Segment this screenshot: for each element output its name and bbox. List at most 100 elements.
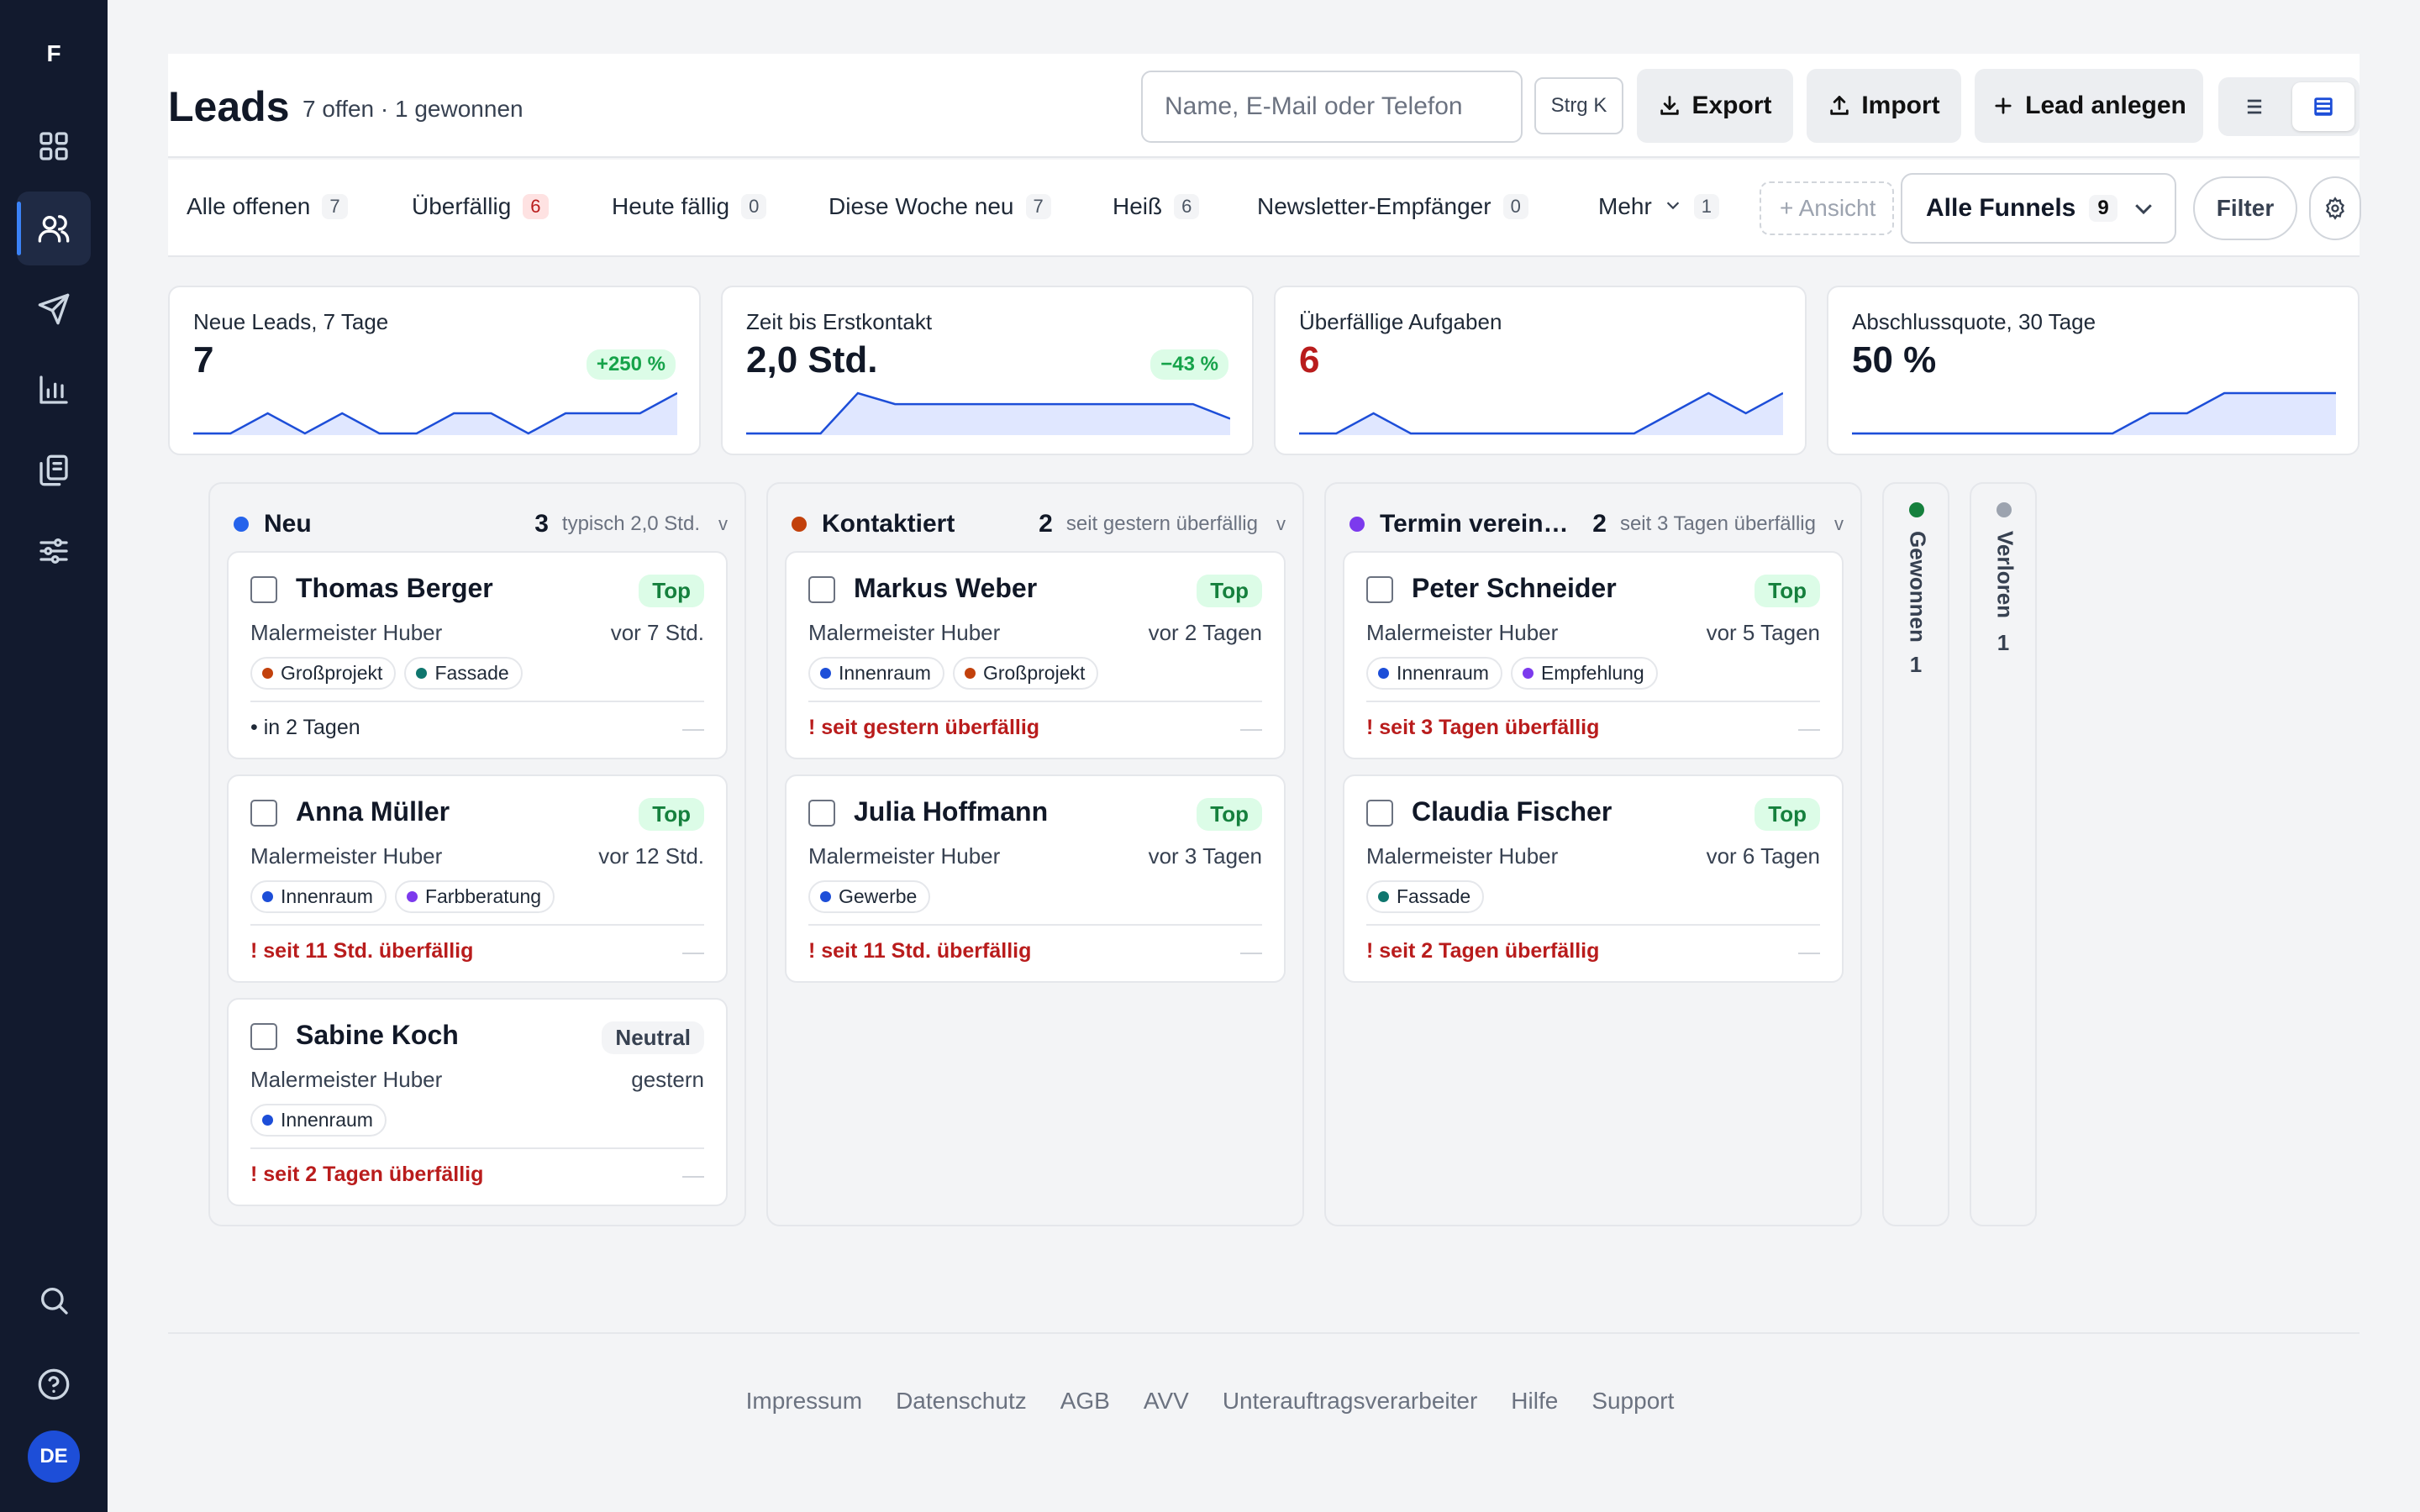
import-button[interactable]: Import — [1807, 69, 1961, 143]
lead-card[interactable]: Markus Weber Top Malermeister Huber vor 2 T… — [785, 551, 1286, 759]
stage-dot — [234, 517, 249, 532]
more-actions-handle[interactable] — [682, 953, 704, 954]
more-actions-handle[interactable] — [1798, 953, 1820, 954]
kpi-card: Zeit bis Erstkontakt 2,0 Std. −43 % — [721, 286, 1254, 455]
lead-name: Claudia Fischer — [1412, 796, 1612, 827]
nav-leads[interactable] — [17, 192, 91, 265]
documents-icon — [39, 454, 68, 486]
nav-campaigns[interactable] — [17, 272, 91, 346]
select-checkbox[interactable] — [1366, 576, 1393, 603]
more-actions-handle[interactable] — [1798, 729, 1820, 731]
footer-link[interactable]: AGB — [1060, 1388, 1110, 1415]
lead-card[interactable]: Peter Schneider Top Malermeister Huber vor … — [1343, 551, 1844, 759]
nav-search[interactable] — [17, 1263, 91, 1337]
board-view-button[interactable] — [2292, 82, 2354, 131]
tag-dot — [262, 668, 273, 679]
lead-card[interactable]: Sabine Koch Neutral Malermeister Huber gest… — [227, 998, 728, 1206]
select-checkbox[interactable] — [250, 800, 277, 827]
nav-settings[interactable] — [17, 514, 91, 588]
alert-icon: ! — [1366, 939, 1380, 963]
more-actions-handle[interactable] — [1240, 729, 1262, 731]
task-status-text: seit 2 Tagen überfällig — [263, 1163, 484, 1186]
stage-dot — [1349, 517, 1365, 532]
export-button[interactable]: Export — [1637, 69, 1793, 143]
column-header[interactable]: Termin vereinbart 2 seit 3 Tagen überfälli… — [1349, 507, 1844, 541]
app-logo[interactable]: F — [0, 40, 108, 67]
collapsed-column[interactable]: Gewonnen 1 — [1882, 482, 1949, 1226]
lead-age: gestern — [631, 1067, 704, 1092]
create-lead-button[interactable]: Lead anlegen — [1975, 69, 2203, 143]
chevron-down-icon[interactable]: v — [1834, 513, 1844, 535]
more-actions-handle[interactable] — [682, 1176, 704, 1178]
lead-company: Malermeister Huber — [250, 1067, 443, 1092]
column-title: Neu — [264, 510, 312, 538]
priority-badge: Top — [639, 798, 704, 831]
tag-label: Innenraum — [281, 885, 373, 907]
lead-name: Anna Müller — [296, 796, 450, 827]
tag-list: Innenraum Empfehlung — [1366, 657, 1658, 690]
tag-label: Gewerbe — [839, 885, 918, 907]
funnel-select[interactable]: Alle Funnels 9 — [1901, 173, 2176, 244]
lead-card[interactable]: Anna Müller Top Malermeister Huber vor 12 S… — [227, 774, 728, 983]
select-checkbox[interactable] — [808, 800, 835, 827]
task-status-text: seit 11 Std. überfällig — [821, 939, 1032, 963]
footer-link[interactable]: Hilfe — [1511, 1388, 1558, 1415]
footer-link[interactable]: Datenschutz — [896, 1388, 1027, 1415]
lead-name: Julia Hoffmann — [854, 796, 1049, 827]
select-checkbox[interactable] — [808, 576, 835, 603]
tab-6[interactable]: Mehr 1 — [1598, 193, 1720, 220]
nav-reports[interactable] — [17, 353, 91, 427]
chevron-down-icon[interactable]: v — [718, 513, 728, 535]
lead-card[interactable]: Julia Hoffmann Top Malermeister Huber vor 3… — [785, 774, 1286, 983]
tab-5[interactable]: Newsletter-Empfänger 0 — [1257, 193, 1528, 220]
task-status: ! seit 2 Tagen überfällig — [1366, 939, 1599, 963]
more-actions-handle[interactable] — [1240, 953, 1262, 954]
filter-button[interactable]: Filter — [2193, 176, 2297, 240]
nav-dashboard[interactable] — [17, 109, 91, 183]
tag-dot — [416, 668, 428, 679]
alert-icon: ! — [808, 716, 822, 739]
export-label: Export — [1691, 92, 1772, 119]
footer-link[interactable]: Support — [1591, 1388, 1674, 1415]
kpi-value: 50 % — [1852, 339, 1937, 381]
select-checkbox[interactable] — [250, 1023, 277, 1050]
priority-badge: Top — [1754, 798, 1820, 831]
tag: Gewerbe — [808, 880, 931, 913]
footer-link[interactable]: Impressum — [746, 1388, 862, 1415]
chevron-down-icon[interactable]: v — [1276, 513, 1286, 535]
footer-link[interactable]: AVV — [1144, 1388, 1189, 1415]
column-header[interactable]: Neu 3 typisch 2,0 Std. v — [234, 507, 728, 541]
send-icon — [38, 293, 70, 325]
tab-3[interactable]: Diese Woche neu 7 — [829, 193, 1051, 220]
lead-card[interactable]: Claudia Fischer Top Malermeister Huber vor … — [1343, 774, 1844, 983]
column-hint: seit gestern überfällig — [1065, 512, 1258, 535]
select-checkbox[interactable] — [1366, 800, 1393, 827]
add-view-button[interactable]: + Ansicht — [1760, 181, 1894, 235]
select-checkbox[interactable] — [250, 576, 277, 603]
lead-company: Malermeister Huber — [808, 843, 1001, 869]
avatar[interactable]: DE — [28, 1431, 80, 1483]
more-actions-handle[interactable] — [682, 729, 704, 731]
tab-0[interactable]: Alle offenen 7 — [187, 193, 348, 220]
tag-list: Gewerbe — [808, 880, 931, 913]
lead-card[interactable]: Thomas Berger Top Malermeister Huber vor 7 … — [227, 551, 728, 759]
list-view-button[interactable] — [2223, 82, 2286, 131]
tab-label: Heute fällig — [612, 193, 730, 219]
sparkline-area — [1852, 393, 2336, 435]
divider — [808, 924, 1262, 926]
nav-documents[interactable] — [17, 433, 91, 507]
page-subtitle: 7 offen · 1 gewonnen — [302, 96, 523, 122]
column-header[interactable]: Kontaktiert 2 seit gestern überfällig v — [792, 507, 1286, 541]
tab-1[interactable]: Überfällig 6 — [412, 193, 549, 220]
settings-button[interactable] — [2309, 176, 2361, 240]
tab-2[interactable]: Heute fällig 0 — [612, 193, 767, 220]
collapsed-column[interactable]: Verloren 1 — [1970, 482, 2037, 1226]
tag: Fassade — [404, 657, 523, 690]
task-status: ! seit 3 Tagen überfällig — [1366, 716, 1599, 740]
footer-link[interactable]: Unterauftragsverarbeiter — [1223, 1388, 1477, 1415]
tag-label: Innenraum — [1397, 662, 1489, 684]
stage-dot — [1996, 502, 2012, 517]
tag: Innenraum — [1366, 657, 1502, 690]
search-input[interactable] — [1141, 71, 1523, 143]
tab-4[interactable]: Heiß 6 — [1113, 193, 1200, 220]
